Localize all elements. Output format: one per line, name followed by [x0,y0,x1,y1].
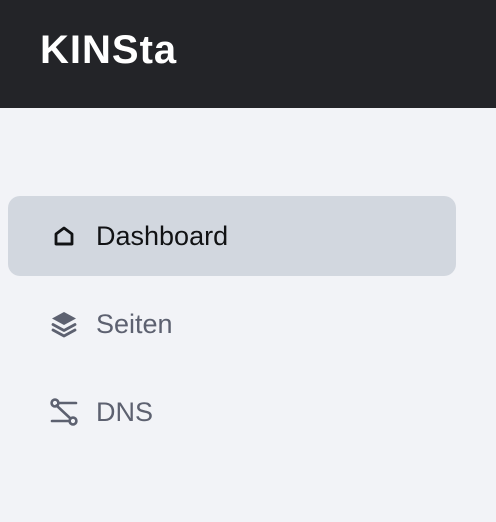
kinsta-logo[interactable]: KINSta [40,22,177,78]
layers-icon [49,309,79,339]
sidebar-item-seiten[interactable]: Seiten [8,284,456,364]
sidebar-item-label: DNS [96,396,154,427]
logo-text: KINSta [40,28,178,72]
sidebar-item-label: Seiten [96,308,173,339]
sidebar-item-dns[interactable]: DNS [8,372,456,452]
sidebar-item-label: Dashboard [96,220,229,251]
route-icon [49,397,79,427]
home-icon [49,221,79,251]
sidebar-item-dashboard[interactable]: Dashboard [8,196,456,276]
top-bar: KINSta [0,0,496,108]
sidebar-nav: Dashboard Seiten DNS [0,108,496,522]
